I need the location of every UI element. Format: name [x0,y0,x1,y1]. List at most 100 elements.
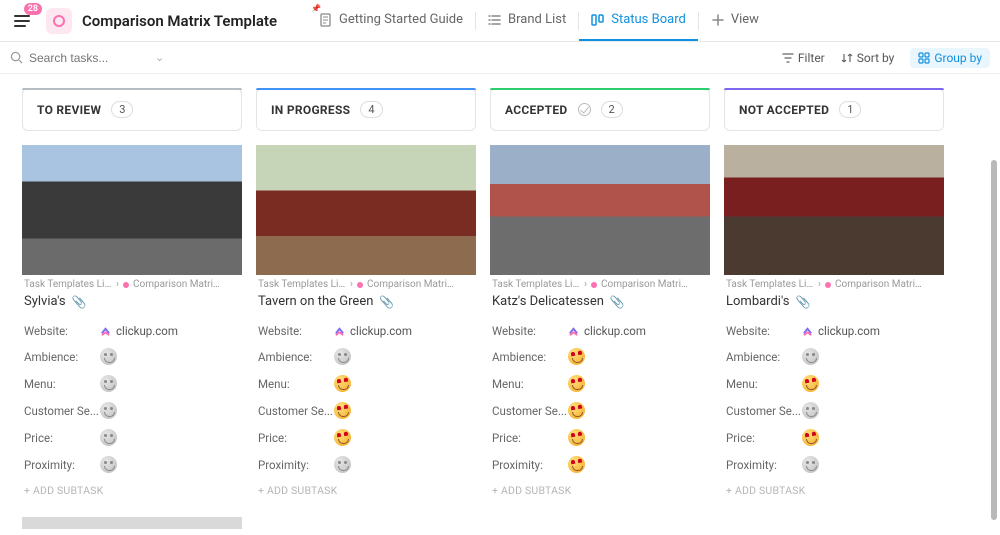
tab-label: Getting Started Guide [339,12,463,27]
emoji-heart-eyes-icon [334,375,351,392]
kanban-board: TO REVIEW 3 Task Templates Libr...› Comp… [0,74,1000,535]
column-in-progress: IN PROGRESS 4 Task Templates Libr...› Co… [256,88,476,535]
status-dot-icon [591,282,597,288]
emoji-neutral-icon [802,456,819,473]
column-header[interactable]: ACCEPTED 2 [490,88,710,131]
breadcrumb[interactable]: Task Templates Libr...› Comparison Matri… [24,279,240,290]
column-title: NOT ACCEPTED [739,103,829,117]
card-tavern[interactable]: Task Templates Libr...› Comparison Matri… [256,145,476,503]
field-customer[interactable]: Customer Se... [22,397,242,424]
card-image [724,145,944,275]
field-menu[interactable]: Menu: [22,370,242,397]
notification-badge: 28 [24,3,42,15]
tab-getting-started[interactable]: 📌 Getting Started Guide [307,0,475,41]
field-proximity[interactable]: Proximity: [22,451,242,478]
column-count: 1 [839,101,861,118]
chevron-down-icon[interactable]: ⌄ [155,51,164,64]
paperclip-icon: 📎 [610,295,625,309]
tab-label: Status Board [611,12,686,27]
add-subtask-button[interactable]: + ADD SUBTASK [22,478,242,503]
filter-label: Filter [798,51,825,65]
field-proximity[interactable]: Proximity: [256,451,476,478]
tab-label: Brand List [508,12,566,27]
card-title[interactable]: Tavern on the Green 📎 [258,294,474,309]
list-icon [488,13,502,27]
vertical-scrollbar[interactable] [991,160,997,520]
emoji-neutral-icon [802,348,819,365]
groupby-button[interactable]: Group by [910,48,990,68]
field-website[interactable]: Website:clickup.com [22,319,242,343]
emoji-neutral-icon [100,375,117,392]
column-title: IN PROGRESS [271,103,350,117]
field-menu[interactable]: Menu: [724,370,944,397]
emoji-heart-eyes-icon [568,456,585,473]
column-to-review: TO REVIEW 3 Task Templates Libr...› Comp… [22,88,242,535]
breadcrumb[interactable]: Task Templates Libr...› Comparison Matri… [258,279,474,290]
emoji-heart-eyes-icon [334,429,351,446]
paperclip-icon: 📎 [379,295,394,309]
sortby-button[interactable]: Sort by [841,51,895,65]
field-ambience[interactable]: Ambience: [22,343,242,370]
column-title: TO REVIEW [37,103,101,117]
menu-button[interactable]: 28 [8,7,36,35]
emoji-neutral-icon [100,348,117,365]
card-sylvias[interactable]: Task Templates Libr...› Comparison Matri… [22,145,242,529]
card-katz[interactable]: Task Templates Libr...› Comparison Matri… [490,145,710,503]
page-title: Comparison Matrix Template [82,12,277,30]
field-ambience[interactable]: Ambience: [256,343,476,370]
column-header[interactable]: IN PROGRESS 4 [256,88,476,131]
space-avatar[interactable] [46,8,72,34]
field-ambience[interactable]: Ambience: [490,343,710,370]
tab-status-board[interactable]: Status Board [579,0,698,41]
filter-button[interactable]: Filter [782,51,825,65]
add-subtask-button[interactable]: + ADD SUBTASK [724,478,944,503]
field-price[interactable]: Price: [256,424,476,451]
emoji-heart-eyes-icon [568,429,585,446]
breadcrumb[interactable]: Task Templates Libr...› Comparison Matri… [726,279,942,290]
column-header[interactable]: NOT ACCEPTED 1 [724,88,944,131]
field-price[interactable]: Price: [724,424,944,451]
add-subtask-button[interactable]: + ADD SUBTASK [256,478,476,503]
field-customer[interactable]: Customer Se... [724,397,944,424]
card-title[interactable]: Sylvia's 📎 [24,294,240,309]
tab-add-view[interactable]: View [699,0,771,41]
pin-icon: 📌 [311,4,321,13]
card-image [490,145,710,275]
emoji-neutral-icon [334,456,351,473]
status-dot-icon [825,282,831,288]
tab-brand-list[interactable]: Brand List [476,0,578,41]
column-count: 2 [601,101,623,118]
search-input[interactable] [29,51,149,65]
search-box[interactable]: ⌄ [10,51,190,65]
search-icon [10,51,23,64]
field-website[interactable]: Website:clickup.com [490,319,710,343]
emoji-neutral-icon [334,348,351,365]
add-subtask-button[interactable]: + ADD SUBTASK [490,478,710,503]
field-proximity[interactable]: Proximity: [490,451,710,478]
field-proximity[interactable]: Proximity: [724,451,944,478]
clickup-icon [100,326,111,337]
card-lombardis[interactable]: Task Templates Libr...› Comparison Matri… [724,145,944,503]
card-title[interactable]: Katz's Delicatessen 📎 [492,294,708,309]
view-tabs: 📌 Getting Started Guide Brand List Statu… [307,0,771,41]
column-title: ACCEPTED [505,103,568,117]
breadcrumb[interactable]: Task Templates Libr...› Comparison Matri… [492,279,708,290]
field-website[interactable]: Website:clickup.com [256,319,476,343]
field-website[interactable]: Website:clickup.com [724,319,944,343]
field-ambience[interactable]: Ambience: [724,343,944,370]
paperclip-icon: 📎 [795,295,810,309]
emoji-heart-eyes-icon [568,348,585,365]
check-circle-icon [578,103,591,116]
clickup-icon [802,326,813,337]
field-menu[interactable]: Menu: [256,370,476,397]
next-card-peek [22,517,242,529]
field-price[interactable]: Price: [22,424,242,451]
circle-icon [52,14,66,28]
card-title[interactable]: Lombardi's 📎 [726,294,942,309]
field-customer[interactable]: Customer Se... [490,397,710,424]
column-header[interactable]: TO REVIEW 3 [22,88,242,131]
field-customer[interactable]: Customer Se... [256,397,476,424]
field-price[interactable]: Price: [490,424,710,451]
field-menu[interactable]: Menu: [490,370,710,397]
emoji-neutral-icon [100,456,117,473]
